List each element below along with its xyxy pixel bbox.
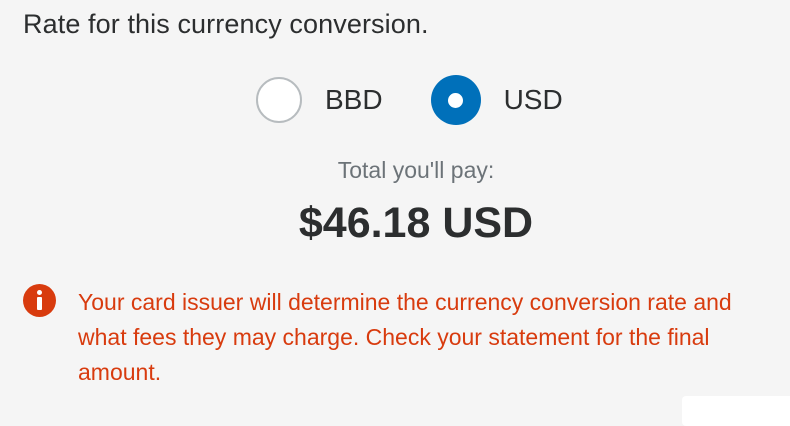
currency-radio-group: BBD USD <box>256 75 563 125</box>
radio-checked-icon[interactable] <box>430 75 481 125</box>
currency-label-usd[interactable]: USD <box>504 84 563 116</box>
info-icon <box>23 284 56 317</box>
conversion-rate-heading: Rate for this currency conversion. <box>23 9 429 39</box>
card-edge <box>682 396 790 426</box>
total-amount: $46.18 USD <box>298 199 534 247</box>
radio-unchecked-icon[interactable] <box>256 77 302 123</box>
currency-label-bbd[interactable]: BBD <box>325 84 383 116</box>
total-label: Total you'll pay: <box>337 157 495 183</box>
currency-option-usd[interactable]: USD <box>430 75 563 125</box>
currency-option-bbd[interactable]: BBD <box>256 77 383 123</box>
notice-text: Your card issuer will determine the curr… <box>78 289 732 385</box>
